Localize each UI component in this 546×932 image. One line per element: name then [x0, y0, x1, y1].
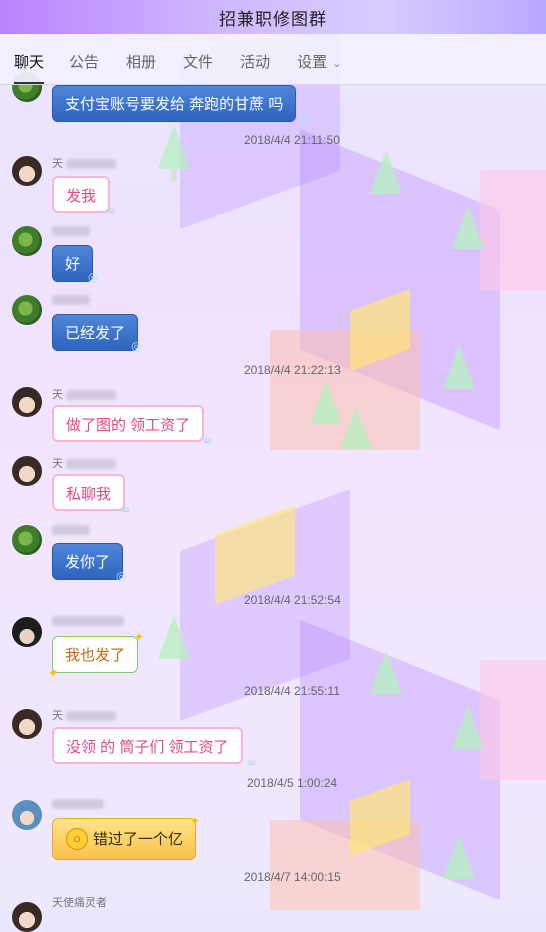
message-bubble[interactable]: 好 — [52, 245, 94, 282]
sparkle-decoration-icon: ✦ — [190, 814, 201, 828]
sender-name — [52, 798, 104, 810]
avatar[interactable] — [12, 226, 42, 256]
sparkle-decoration-icon: ✦ — [48, 666, 59, 680]
bubble-decoration-icon: ◎ — [116, 569, 127, 583]
tab-chat[interactable]: 聊天 — [14, 34, 45, 84]
sender-name — [52, 615, 124, 627]
tab-settings-label: 设置 — [297, 54, 328, 71]
cup-decoration-icon: ☕ — [202, 432, 213, 446]
tab-settings[interactable]: 设置 ⌄ — [297, 34, 341, 84]
tab-announcement[interactable]: 公告 — [69, 34, 99, 84]
avatar[interactable] — [12, 156, 42, 186]
window-title-bar: 招兼职修图群 — [0, 0, 546, 34]
tab-activity[interactable]: 活动 — [240, 34, 270, 84]
avatar[interactable] — [12, 525, 42, 555]
message-bubble[interactable]: 发你了 — [52, 543, 124, 580]
sender-name — [52, 524, 90, 536]
tab-album[interactable]: 相册 — [126, 34, 156, 84]
cup-decoration-icon: ☕ — [246, 754, 257, 768]
timestamp: 2018/4/4 21:22:13 — [244, 363, 341, 377]
sender-name: 天 — [52, 455, 117, 470]
avatar[interactable] — [12, 800, 42, 830]
sender-name: 天 — [52, 155, 117, 170]
message-bubble[interactable]: 发我 — [52, 176, 111, 213]
timestamp: 2018/4/4 21:11:50 — [244, 133, 340, 147]
bubble-decoration-icon: ◎ — [88, 270, 99, 284]
sender-name — [52, 225, 90, 237]
avatar[interactable] — [12, 709, 42, 739]
message-bubble[interactable]: 做了图的 领工资了 — [52, 405, 205, 442]
cup-decoration-icon: ☕ — [106, 202, 117, 216]
timestamp: 2018/4/5 1:00:24 — [247, 776, 338, 790]
timestamp: 2018/4/4 21:55:11 — [244, 684, 340, 698]
avatar[interactable] — [12, 295, 42, 325]
message-bubble[interactable]: 支付宝账号要发给 奔跑的甘蔗 吗 — [52, 85, 297, 122]
window-title: 招兼职修图群 — [219, 9, 327, 29]
tab-bar: 聊天 公告 相册 文件 活动 设置 ⌄ — [0, 34, 546, 85]
tab-files[interactable]: 文件 — [183, 34, 213, 84]
sparkle-decoration-icon: ✦ — [134, 630, 145, 644]
timestamp: 2018/4/7 14:00:15 — [244, 870, 341, 884]
sender-name: 天使痛灵者 — [52, 897, 107, 909]
chevron-down-icon[interactable]: ⌄ — [332, 35, 341, 93]
cup-decoration-icon: ☕ — [120, 501, 131, 515]
bubble-decoration-icon: ◎ — [131, 339, 142, 353]
sender-name — [52, 294, 90, 306]
avatar[interactable] — [12, 456, 42, 486]
avatar[interactable] — [12, 902, 42, 932]
message-text: 错过了一个亿 — [93, 831, 184, 848]
astonished-emoji-icon: ○ — [66, 828, 88, 850]
avatar[interactable] — [12, 617, 42, 647]
message-bubble[interactable]: 我也发了 — [52, 636, 139, 673]
bubble-decoration-icon: ◎ — [300, 110, 311, 124]
avatar[interactable] — [12, 387, 42, 417]
message-bubble[interactable]: 已经发了 — [52, 314, 139, 351]
sender-name: 天 — [52, 386, 117, 401]
chat-message-list[interactable]: 支付宝账号要发给 奔跑的甘蔗 吗 ◎ 2018/4/4 21:11:50 天 发… — [0, 72, 546, 932]
message-bubble[interactable]: 没领 的 筒子们 领工资了 — [52, 727, 243, 764]
sender-name: 天 — [52, 707, 117, 722]
timestamp: 2018/4/4 21:52:54 — [244, 593, 341, 607]
message-bubble[interactable]: 私聊我 — [52, 474, 126, 511]
